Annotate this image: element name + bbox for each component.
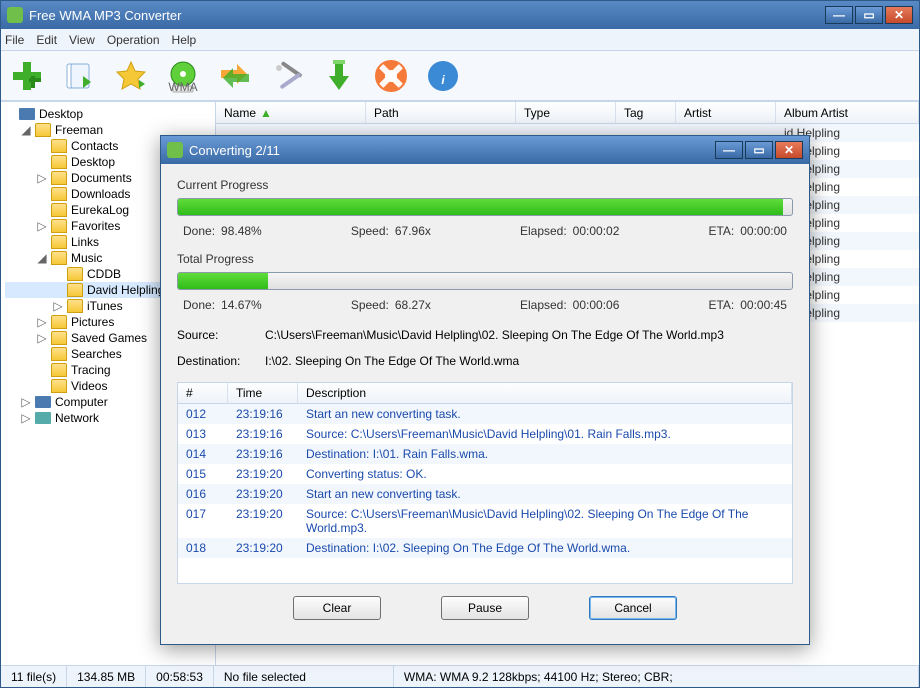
log-row[interactable]: 01823:19:20Destination: I:\02. Sleeping … bbox=[178, 538, 792, 558]
output-format-button[interactable]: WMA bbox=[163, 56, 203, 96]
log-header[interactable]: # Time Description bbox=[178, 383, 792, 404]
col-artist[interactable]: Artist bbox=[676, 102, 776, 123]
convert-button[interactable] bbox=[215, 56, 255, 96]
settings-button[interactable] bbox=[267, 56, 307, 96]
col-type[interactable]: Type bbox=[516, 102, 616, 123]
current-progress-label: Current Progress bbox=[177, 178, 793, 192]
menu-operation[interactable]: Operation bbox=[107, 33, 160, 47]
svg-text:WMA: WMA bbox=[168, 80, 197, 94]
log-row[interactable]: 01323:19:16Source: C:\Users\Freeman\Musi… bbox=[178, 424, 792, 444]
main-titlebar[interactable]: Free WMA MP3 Converter — ▭ ✕ bbox=[1, 1, 919, 29]
dialog-titlebar[interactable]: Converting 2/11 — ▭ ✕ bbox=[161, 136, 809, 164]
converting-dialog: Converting 2/11 — ▭ ✕ Current Progress D… bbox=[160, 135, 810, 645]
menu-file[interactable]: File bbox=[5, 33, 24, 47]
col-name[interactable]: Name ▲ bbox=[216, 102, 366, 123]
status-duration: 00:58:53 bbox=[146, 666, 214, 687]
cancel-button[interactable]: Cancel bbox=[589, 596, 677, 620]
pause-button[interactable]: Pause bbox=[441, 596, 529, 620]
col-album-artist[interactable]: Album Artist bbox=[776, 102, 919, 123]
menu-help[interactable]: Help bbox=[172, 33, 197, 47]
clear-button[interactable]: Clear bbox=[293, 596, 381, 620]
toolbar: WMA i bbox=[1, 51, 919, 101]
add-folder-button[interactable] bbox=[59, 56, 99, 96]
app-title: Free WMA MP3 Converter bbox=[29, 8, 825, 23]
status-format: WMA: WMA 9.2 128kbps; 44100 Hz; Stereo; … bbox=[394, 666, 919, 687]
statusbar: 11 file(s) 134.85 MB 00:58:53 No file se… bbox=[1, 665, 919, 687]
add-files-button[interactable] bbox=[7, 56, 47, 96]
status-files: 11 file(s) bbox=[1, 666, 67, 687]
minimize-button[interactable]: — bbox=[825, 6, 853, 24]
log-table[interactable]: # Time Description 01223:19:16Start an n… bbox=[177, 382, 793, 584]
log-row[interactable]: 01723:19:20Source: C:\Users\Freeman\Musi… bbox=[178, 504, 792, 538]
download-button[interactable] bbox=[319, 56, 359, 96]
maximize-button[interactable]: ▭ bbox=[855, 6, 883, 24]
current-stats: Done:98.48% Speed:67.96x Elapsed:00:00:0… bbox=[177, 222, 793, 248]
total-progressbar bbox=[177, 272, 793, 290]
log-row[interactable]: 01223:19:16Start an new converting task. bbox=[178, 404, 792, 424]
tree-desktop[interactable]: Desktop bbox=[5, 106, 211, 122]
status-selection: No file selected bbox=[214, 666, 394, 687]
dialog-minimize-button[interactable]: — bbox=[715, 141, 743, 159]
menu-view[interactable]: View bbox=[69, 33, 95, 47]
help-button[interactable] bbox=[371, 56, 411, 96]
dialog-maximize-button[interactable]: ▭ bbox=[745, 141, 773, 159]
total-progress-label: Total Progress bbox=[177, 252, 793, 266]
total-stats: Done:14.67% Speed:68.27x Elapsed:00:00:0… bbox=[177, 296, 793, 322]
dest-line: Destination:I:\02. Sleeping On The Edge … bbox=[177, 354, 793, 368]
menubar: File Edit View Operation Help bbox=[1, 29, 919, 51]
log-row[interactable]: 01423:19:16Destination: I:\01. Rain Fall… bbox=[178, 444, 792, 464]
log-row[interactable]: 01523:19:20Converting status: OK. bbox=[178, 464, 792, 484]
list-header[interactable]: Name ▲ Path Type Tag Artist Album Artist bbox=[216, 102, 919, 124]
dialog-title: Converting 2/11 bbox=[189, 143, 715, 158]
menu-edit[interactable]: Edit bbox=[36, 33, 57, 47]
current-progressbar bbox=[177, 198, 793, 216]
dialog-close-button[interactable]: ✕ bbox=[775, 141, 803, 159]
log-row[interactable]: 01623:19:20Start an new converting task. bbox=[178, 484, 792, 504]
source-line: Source:C:\Users\Freeman\Music\David Help… bbox=[177, 328, 793, 342]
sort-arrow-icon: ▲ bbox=[260, 106, 272, 120]
about-button[interactable]: i bbox=[423, 56, 463, 96]
favorites-button[interactable] bbox=[111, 56, 151, 96]
dialog-icon bbox=[167, 142, 183, 158]
col-tag[interactable]: Tag bbox=[616, 102, 676, 123]
close-button[interactable]: ✕ bbox=[885, 6, 913, 24]
app-icon bbox=[7, 7, 23, 23]
col-path[interactable]: Path bbox=[366, 102, 516, 123]
status-size: 134.85 MB bbox=[67, 666, 146, 687]
